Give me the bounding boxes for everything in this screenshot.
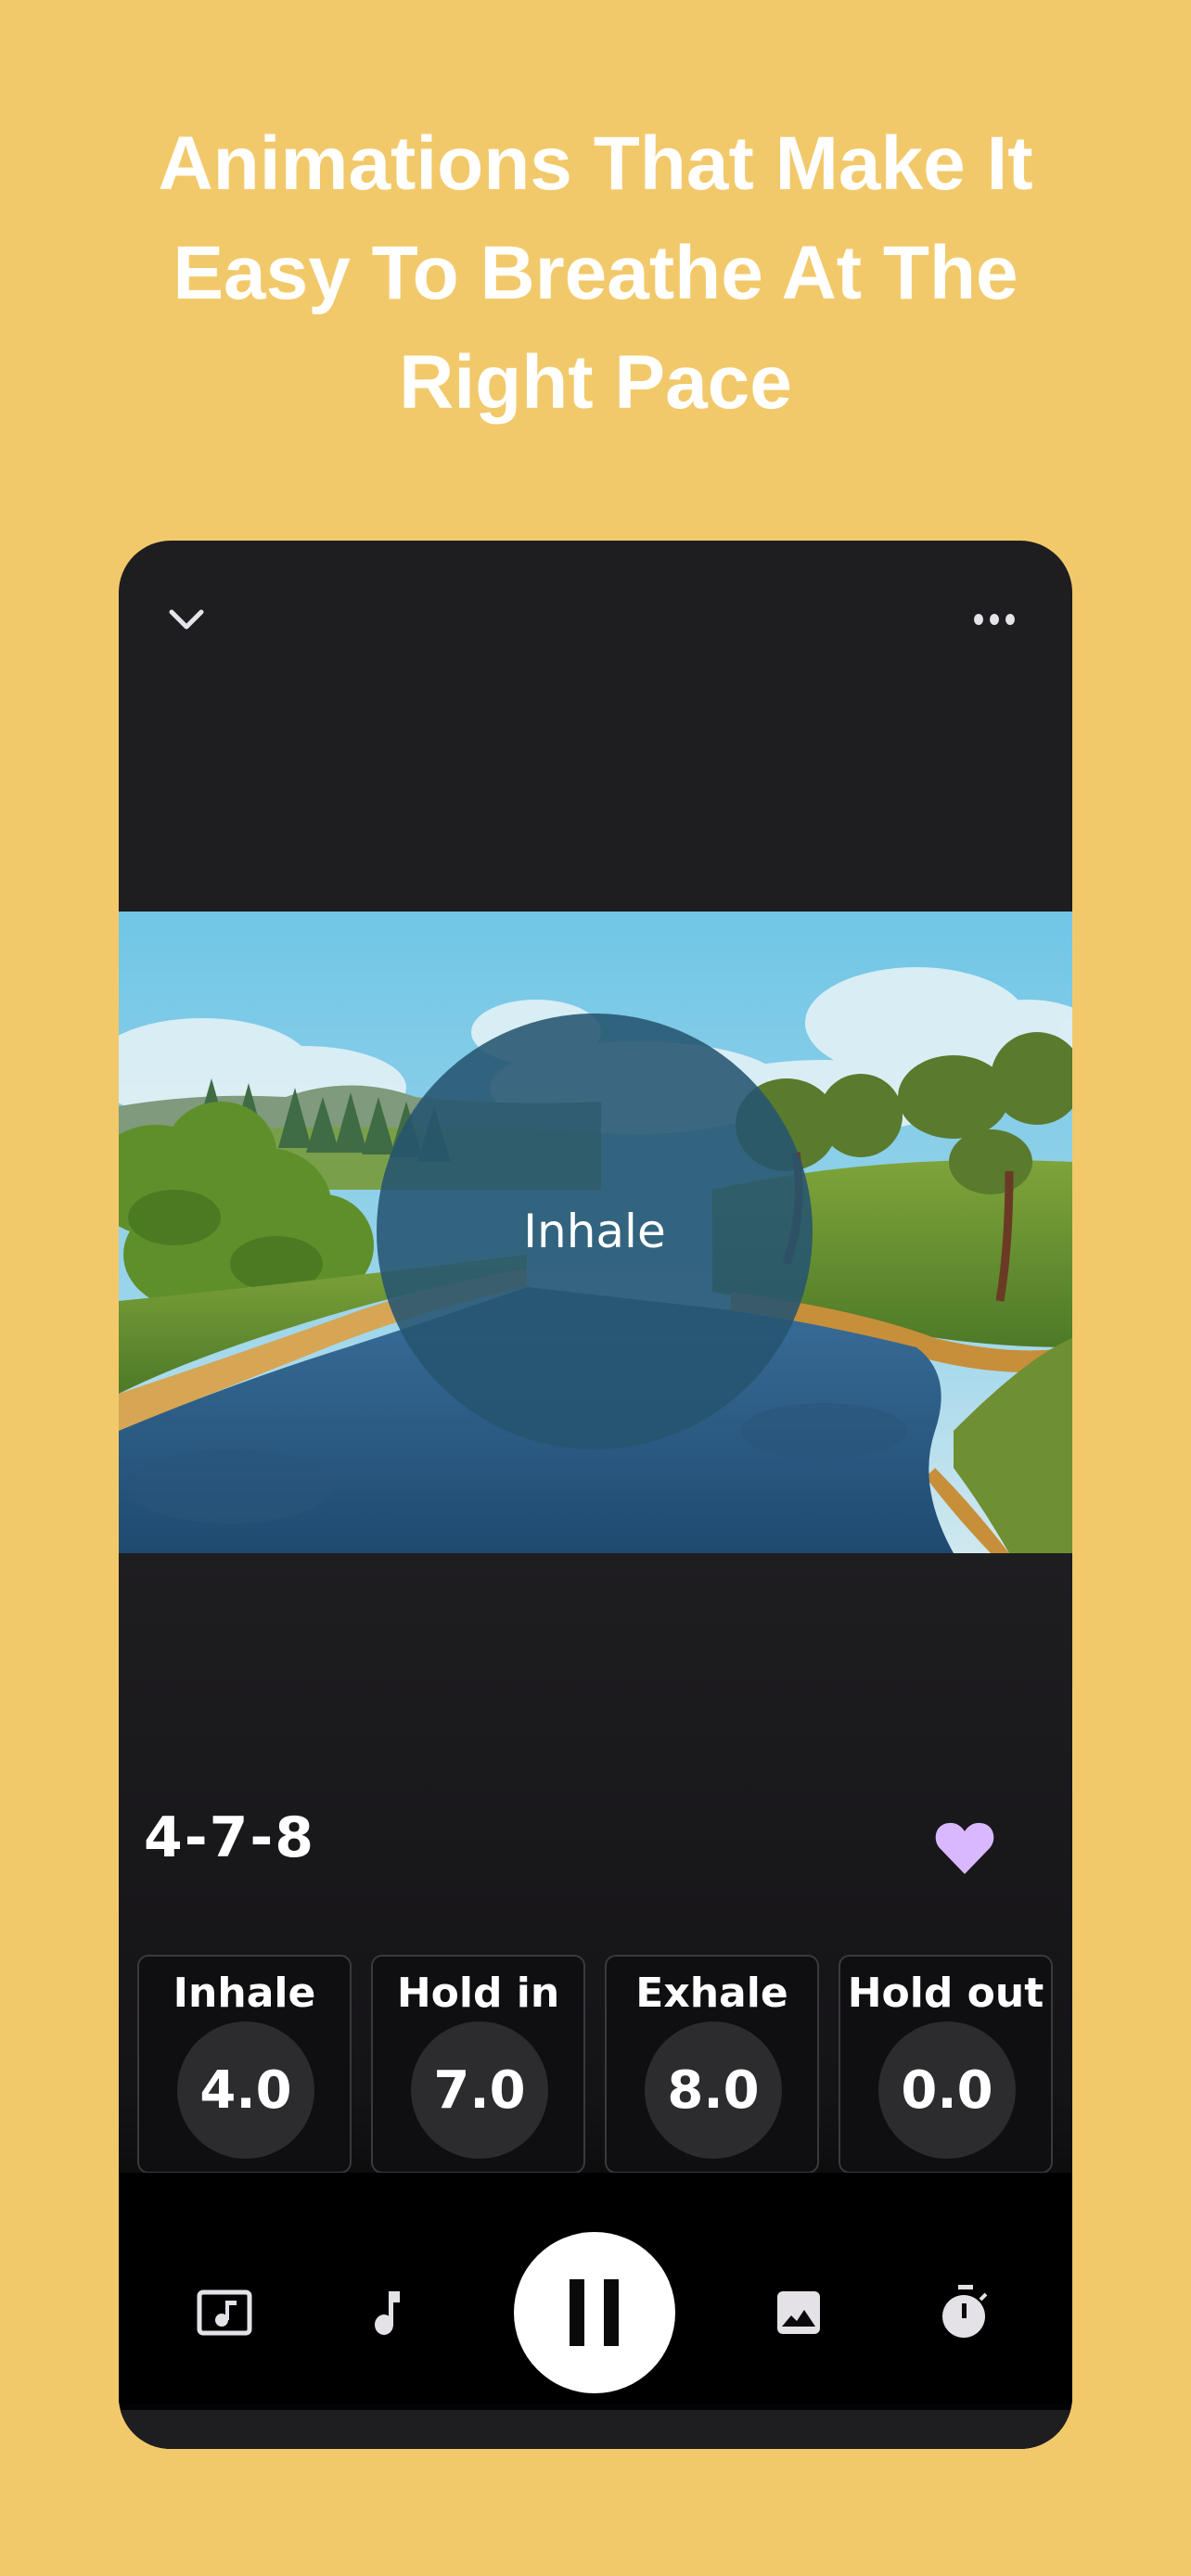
more-options-button[interactable] xyxy=(967,592,1022,647)
collapse-button[interactable] xyxy=(159,592,214,647)
breathing-scene: Inhale xyxy=(119,912,1072,1553)
phase-card-hold-in[interactable]: Hold in 7.0 xyxy=(371,1955,585,2174)
phase-label: Hold out xyxy=(847,1970,1044,2017)
image-icon xyxy=(777,2291,820,2334)
player-toolbar xyxy=(119,2173,1072,2404)
phase-value: 8.0 xyxy=(667,2060,760,2121)
phase-card-hold-out[interactable]: Hold out 0.0 xyxy=(839,1955,1053,2174)
heart-icon xyxy=(935,1822,994,1874)
headline: Animations That Make It Easy To Breathe … xyxy=(0,109,1191,438)
background-image-button[interactable] xyxy=(762,2276,836,2350)
pause-button[interactable] xyxy=(514,2232,675,2393)
phase-card-exhale[interactable]: Exhale 8.0 xyxy=(605,1955,819,2174)
music-library-button[interactable] xyxy=(187,2276,262,2350)
breath-phase-label: Inhale xyxy=(523,1205,666,1258)
phase-value-circle: 8.0 xyxy=(645,2021,782,2159)
phase-value-circle: 7.0 xyxy=(411,2021,548,2159)
more-horizontal-icon xyxy=(974,614,1015,625)
headline-line-3: Right Pace xyxy=(399,340,792,425)
headline-line-1: Animations That Make It xyxy=(158,121,1033,206)
pause-icon xyxy=(570,2279,619,2346)
favorite-button[interactable] xyxy=(928,1811,1002,1885)
phone-screen: Inhale 4-7-8 Inhale 4.0 Hold in 7.0 Exha… xyxy=(119,541,1072,2449)
music-note-icon xyxy=(375,2291,400,2335)
phase-value: 0.0 xyxy=(901,2060,993,2121)
home-indicator-area xyxy=(119,2410,1072,2449)
chevron-down-icon xyxy=(169,609,204,630)
timer-button[interactable] xyxy=(928,2276,1003,2350)
pattern-name: 4-7-8 xyxy=(144,1805,316,1870)
phase-value: 4.0 xyxy=(199,2060,292,2121)
phase-card-inhale[interactable]: Inhale 4.0 xyxy=(137,1955,352,2174)
phase-value: 7.0 xyxy=(433,2060,526,2121)
phase-label: Hold in xyxy=(396,1970,560,2017)
breath-circle: Inhale xyxy=(377,1014,813,1449)
music-box-icon xyxy=(197,2289,252,2336)
phase-label: Inhale xyxy=(173,1970,316,2017)
phase-durations: Inhale 4.0 Hold in 7.0 Exhale 8.0 Hold o… xyxy=(137,1955,1056,2174)
phase-value-circle: 4.0 xyxy=(177,2021,314,2159)
phase-label: Exhale xyxy=(635,1970,788,2017)
stopwatch-icon xyxy=(942,2285,988,2338)
headline-line-2: Easy To Breathe At The xyxy=(173,231,1018,315)
phase-value-circle: 0.0 xyxy=(878,2021,1016,2159)
sound-button[interactable] xyxy=(352,2276,427,2350)
